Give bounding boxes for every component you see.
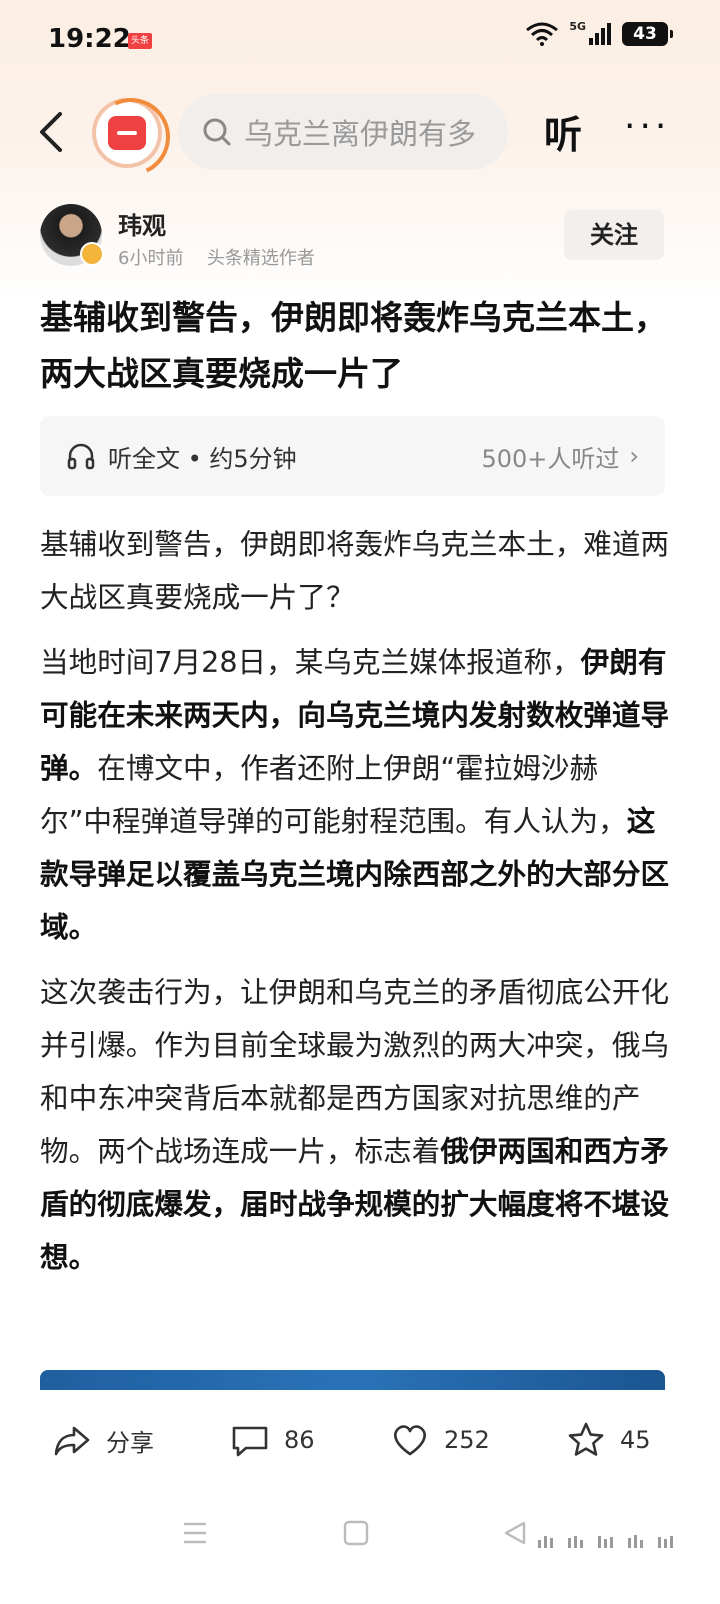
verified-badge-icon <box>80 242 104 266</box>
author-tag: 头条精选作者 <box>206 248 315 269</box>
listen-button[interactable]: 听 <box>544 104 582 159</box>
bottom-action-bar: 分享 86 252 45 <box>0 1390 720 1500</box>
signal-strength-decoration-icon <box>538 1535 673 1548</box>
share-button[interactable]: 分享 <box>52 1420 154 1460</box>
status-time: 19:22 <box>48 24 131 54</box>
paragraph: 这次袭击行为，让伊朗和乌克兰的矛盾彻底公开化并引爆。作为目前全球最为激烈的两大冲… <box>40 966 670 1284</box>
headphones-icon <box>67 443 95 470</box>
paragraph-text: 基辅收到警告，伊朗即将轰炸乌克兰本土，难道两大战区真要烧成一片了？ <box>40 527 670 614</box>
search-icon <box>203 118 231 146</box>
like-count: 252 <box>444 1426 490 1454</box>
comment-button[interactable]: 86 <box>230 1420 315 1460</box>
toutiao-logo-mark <box>108 116 146 150</box>
like-button[interactable]: 252 <box>390 1420 490 1460</box>
favorite-button[interactable]: 45 <box>566 1420 651 1460</box>
author-meta: 6小时前 头条精选作者 <box>118 244 315 270</box>
comment-count: 86 <box>284 1426 315 1454</box>
listen-full-text-bar[interactable]: 听全文 • 约5分钟 500+人听过 › <box>40 416 665 496</box>
chevron-right-icon: › <box>629 442 639 470</box>
back-triangle-icon[interactable] <box>502 1520 528 1546</box>
toutiao-notification-icon: 头条 <box>128 33 152 49</box>
paragraph-text: 在博文中，作者还附上伊朗“霍拉姆沙赫尔”中程弹道导弹的可能射程范围。有人认为， <box>40 751 627 838</box>
author-name[interactable]: 玮观 <box>118 206 166 241</box>
system-nav-bar <box>0 1500 720 1604</box>
listen-label: 听全文 • 约5分钟 <box>108 444 297 473</box>
share-label: 分享 <box>106 1428 154 1457</box>
status-bar: 19:22 头条 5G 43 <box>0 0 720 80</box>
top-nav: 乌克兰离伊朗有多 听 ··· <box>0 90 720 174</box>
search-input[interactable]: 乌克兰离伊朗有多 <box>178 94 508 170</box>
menu-icon[interactable] <box>182 1520 208 1546</box>
star-icon <box>568 1422 604 1456</box>
status-icons: 5G 43 <box>525 19 673 46</box>
avatar[interactable] <box>40 204 104 266</box>
share-icon <box>54 1426 90 1456</box>
home-icon[interactable] <box>343 1520 369 1546</box>
article-body: 基辅收到警告，伊朗即将轰炸乌克兰本土，难道两大战区真要烧成一片了？ 当地时间7月… <box>40 518 670 1296</box>
paragraph: 基辅收到警告，伊朗即将轰炸乌克兰本土，难道两大战区真要烧成一片了？ <box>40 518 670 624</box>
wifi-icon <box>526 22 559 46</box>
paragraph-text: 当地时间7月28日，某乌克兰媒体报道称， <box>40 645 581 679</box>
article-image[interactable] <box>40 1370 665 1390</box>
article-title: 基辅收到警告，伊朗即将轰炸乌克兰本土，两大战区真要烧成一片了 <box>40 298 667 393</box>
heart-icon <box>394 1425 426 1456</box>
paragraph: 当地时间7月28日，某乌克兰媒体报道称，伊朗有可能在未来两天内，向乌克兰境内发射… <box>40 636 670 954</box>
signal-icon <box>589 23 611 45</box>
favorite-count: 45 <box>620 1426 651 1454</box>
comment-icon <box>232 1426 268 1457</box>
search-placeholder: 乌克兰离伊朗有多 <box>244 117 477 151</box>
battery-icon: 43 <box>622 22 673 46</box>
listen-count: 500+人听过 <box>481 444 620 473</box>
back-button[interactable] <box>28 104 76 160</box>
author-row: 玮观 6小时前 头条精选作者 关注 <box>40 204 680 270</box>
more-options-button[interactable]: ··· <box>624 106 670 147</box>
article-page: 19:22 头条 5G 43 乌克兰离伊朗有多 听 ··· 玮观 6小时前 头条… <box>0 0 720 1604</box>
network-type: 5G <box>569 19 586 33</box>
toutiao-logo-icon[interactable] <box>92 98 162 168</box>
post-time: 6小时前 <box>118 248 184 269</box>
follow-button[interactable]: 关注 <box>564 210 664 260</box>
chevron-left-icon <box>40 112 62 152</box>
